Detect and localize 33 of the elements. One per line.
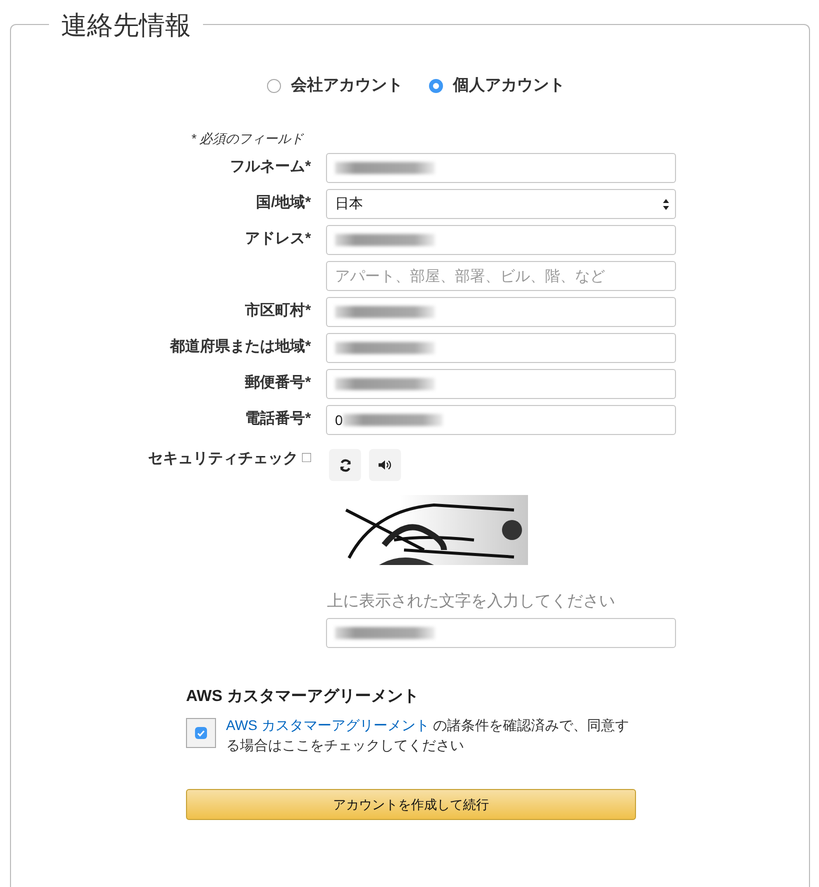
- check-icon: [197, 730, 205, 736]
- field-label: 電話番号*: [244, 409, 311, 429]
- create-account-button[interactable]: アカウントを作成して続行: [186, 789, 636, 820]
- input-field[interactable]: [326, 369, 676, 399]
- refresh-button[interactable]: [329, 449, 361, 481]
- agreement-text: AWS カスタマーアグリーメント の諸条件を確認済みで、同意する場合はここをチェックしてください: [226, 716, 630, 755]
- country-select[interactable]: 日本: [326, 189, 676, 219]
- field-label: 国/地域*: [254, 193, 311, 213]
- radio-button[interactable]: [429, 78, 443, 92]
- agreement-heading: AWS カスタマーアグリーメント: [186, 687, 420, 707]
- required-note: * 必須のフィールド: [191, 130, 305, 148]
- captcha-input[interactable]: [326, 618, 676, 648]
- speaker-icon: [378, 459, 392, 471]
- security-label: セキュリティチェック □: [146, 448, 311, 469]
- radio-label[interactable]: 個人アカウント: [453, 75, 565, 96]
- radio-button[interactable]: [267, 78, 281, 92]
- agreement-checkbox[interactable]: [186, 718, 216, 748]
- input-field[interactable]: 0: [326, 405, 676, 435]
- agreement-link[interactable]: AWS カスタマーアグリーメント: [226, 717, 430, 733]
- field-label: アドレス*: [244, 229, 311, 249]
- select-arrows-icon: [663, 199, 669, 210]
- field-label: 都道府県または地域*: [168, 337, 311, 357]
- input-field[interactable]: [326, 225, 676, 255]
- field-label: 市区町村*: [244, 301, 311, 321]
- refresh-icon: [338, 458, 352, 472]
- input-field[interactable]: [326, 297, 676, 327]
- radio-label[interactable]: 会社アカウント: [291, 75, 403, 96]
- audio-button[interactable]: [369, 449, 401, 481]
- input-field[interactable]: [326, 153, 676, 183]
- input-field[interactable]: [326, 333, 676, 363]
- field-label: 郵便番号*: [244, 373, 311, 393]
- field-label: フルネーム*: [229, 157, 311, 177]
- captcha-hint: 上に表示された文字を入力してください: [327, 592, 616, 612]
